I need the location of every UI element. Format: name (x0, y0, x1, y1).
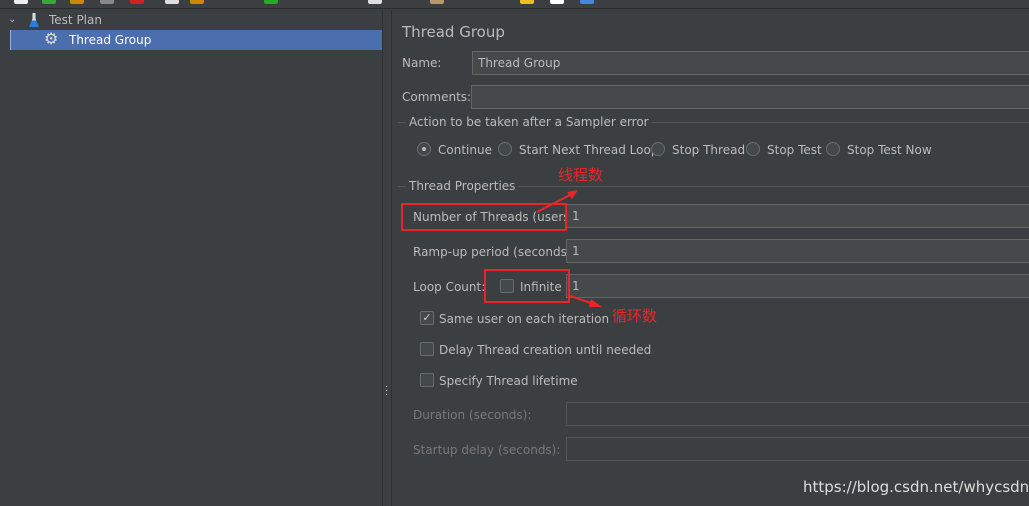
watermark: https://blog.csdn.net/whycsdn6 (803, 478, 1029, 496)
tree-item-label: Test Plan (49, 13, 102, 27)
cut-icon[interactable] (130, 0, 144, 4)
gear-icon: ⚙ (44, 29, 59, 48)
chevron-down-icon[interactable]: ⌄ (8, 10, 16, 30)
test-plan-tree: ⌄ Test Plan ⚙ Thread Group (0, 10, 383, 506)
toolbar (0, 0, 1029, 9)
annotation-arrows (536, 190, 602, 307)
clear-icon[interactable] (430, 0, 444, 4)
stop-icon[interactable] (368, 0, 382, 4)
threads-arrow (536, 193, 573, 213)
open-icon[interactable] (70, 0, 84, 4)
list-icon[interactable] (550, 0, 564, 4)
thread-group-panel: Thread Group Name: Thread Group Comments… (392, 10, 1029, 506)
tree-item-label: Thread Group (69, 33, 152, 47)
paste-icon[interactable] (190, 0, 204, 4)
help-icon[interactable] (580, 0, 594, 4)
copy-icon[interactable] (165, 0, 179, 4)
start-icon[interactable] (264, 0, 278, 4)
function-icon[interactable] (520, 0, 534, 4)
threads-arrowhead (567, 190, 578, 199)
flask-icon (29, 13, 39, 27)
tree-item-test-plan[interactable]: ⌄ Test Plan (0, 10, 382, 30)
new-icon[interactable] (14, 0, 28, 4)
drag-handle-icon[interactable]: · · · (385, 383, 388, 401)
templates-icon[interactable] (42, 0, 56, 4)
tree-item-thread-group[interactable]: ⚙ Thread Group (10, 29, 382, 50)
save-icon[interactable] (100, 0, 114, 4)
splitter-handle[interactable]: · · · (383, 10, 392, 506)
loops-arrowhead (589, 299, 602, 307)
